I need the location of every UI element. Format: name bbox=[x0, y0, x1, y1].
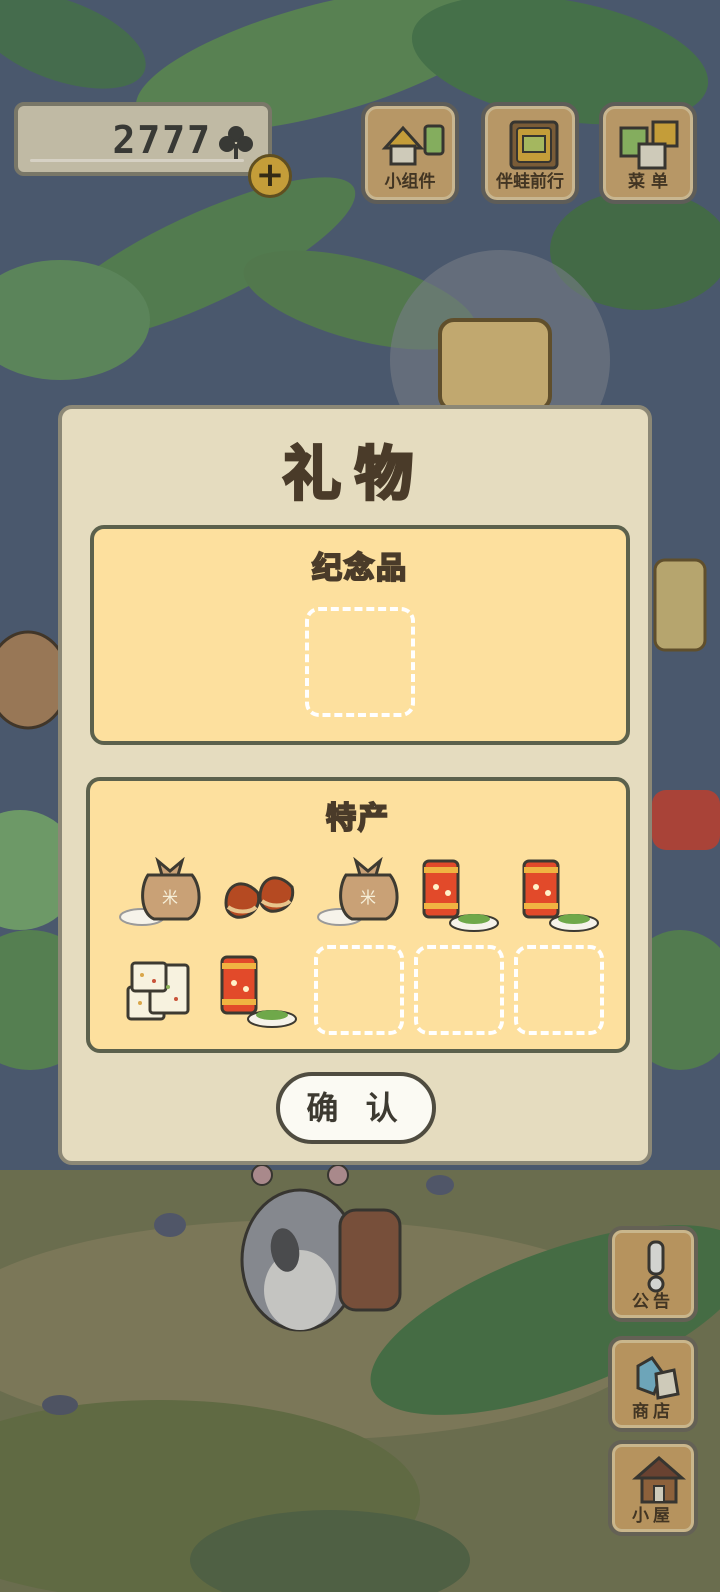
confirm-button[interactable]: 确 认 bbox=[276, 1072, 436, 1144]
svg-text:米: 米 bbox=[162, 888, 178, 907]
specialty-slot-empty[interactable] bbox=[514, 945, 604, 1035]
dialog-title: 礼物 bbox=[281, 439, 427, 510]
rice-sack-icon[interactable]: 米 bbox=[316, 856, 402, 933]
rice-cake-icon[interactable] bbox=[124, 957, 194, 1029]
svg-text:米: 米 bbox=[360, 888, 376, 907]
specialty-panel: 特产 米 米 bbox=[86, 777, 630, 1053]
game-scene: 2777 + 小组件 伴蛙前行 菜 单 公告 商店 小屋 礼物 纪念品 特产 米… bbox=[0, 0, 720, 1592]
tea-can-icon[interactable] bbox=[520, 857, 600, 937]
tea-can-icon[interactable] bbox=[218, 953, 298, 1033]
souvenir-title: 纪念品 bbox=[311, 550, 408, 587]
specialty-slot-empty[interactable] bbox=[414, 945, 504, 1035]
chestnuts-icon[interactable] bbox=[222, 867, 298, 927]
gift-dialog: 礼物 纪念品 特产 米 米 确 认 bbox=[58, 405, 652, 1165]
specialty-title: 特产 bbox=[325, 800, 390, 837]
souvenir-slot-empty[interactable] bbox=[305, 607, 415, 717]
souvenir-panel: 纪念品 bbox=[90, 525, 630, 745]
tea-can-icon[interactable] bbox=[420, 857, 500, 937]
specialty-slot-empty[interactable] bbox=[314, 945, 404, 1035]
rice-sack-icon[interactable]: 米 bbox=[118, 856, 204, 933]
